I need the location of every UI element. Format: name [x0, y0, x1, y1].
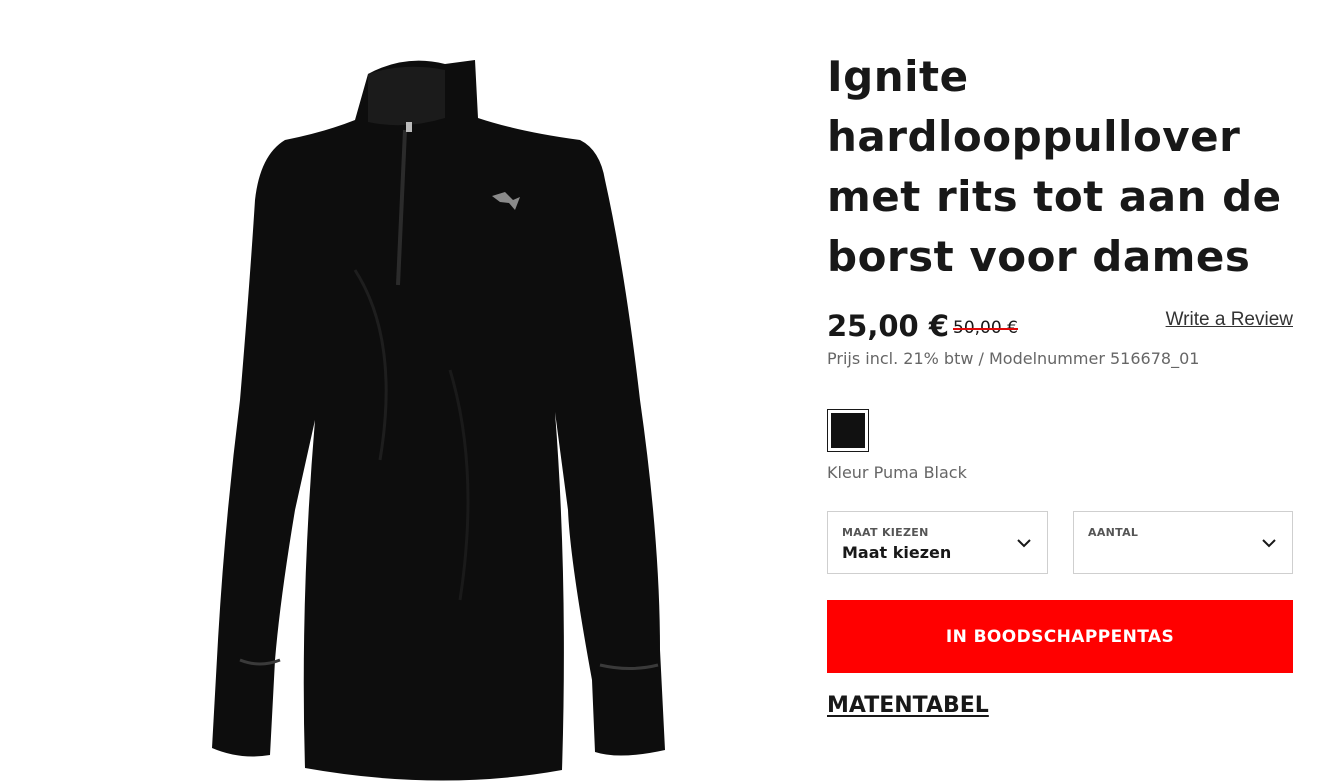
- chevron-down-icon: [1017, 539, 1031, 548]
- color-label: Kleur Puma Black: [827, 463, 967, 482]
- add-to-cart-button[interactable]: IN BOODSCHAPPENTAS: [827, 600, 1293, 673]
- write-review-link[interactable]: Write a Review: [1166, 308, 1293, 332]
- price-row: 25,00 € 50,00 € Write a Review: [827, 306, 1293, 346]
- price-note: Prijs incl. 21% btw / Modelnummer 516678…: [827, 349, 1200, 368]
- chevron-down-icon: [1262, 539, 1276, 548]
- size-select-value: Maat kiezen: [842, 543, 952, 562]
- quantity-select-label: AANTAL: [1088, 526, 1139, 539]
- sale-price: 25,00 €: [827, 309, 950, 343]
- pullover-body: [212, 60, 665, 781]
- original-price: 50,00 €: [953, 318, 1018, 338]
- pullover-illustration: [212, 60, 665, 781]
- quantity-select[interactable]: AANTAL: [1073, 511, 1293, 574]
- product-image[interactable]: [100, 40, 720, 781]
- color-swatch-fill: [831, 413, 865, 448]
- size-chart-link[interactable]: MATENTABEL: [827, 690, 989, 722]
- product-title: Ignite hardlooppullover met rits tot aan…: [827, 52, 1282, 281]
- size-select-label: MAAT KIEZEN: [842, 526, 929, 539]
- color-swatch-puma-black[interactable]: [827, 409, 869, 452]
- size-select[interactable]: MAAT KIEZEN Maat kiezen: [827, 511, 1048, 574]
